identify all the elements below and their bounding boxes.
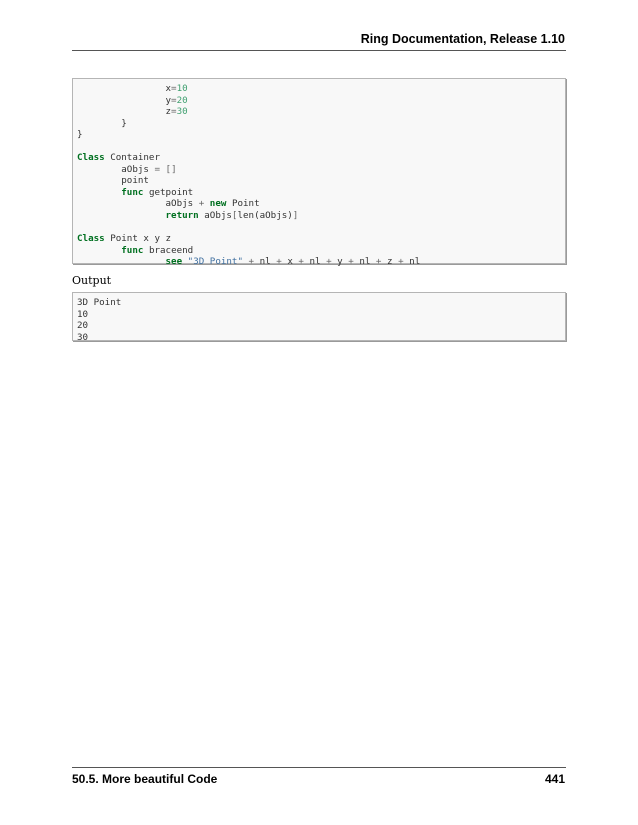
output-listing: 3D Point 10 20 30 <box>72 292 566 343</box>
code-line: x=10 <box>77 83 188 94</box>
code-line: return aObjs[len(aObjs)] <box>165 210 299 222</box>
running-header-title: Ring Documentation, Release 1.10 <box>360 32 565 46</box>
code-line: aObjs + new Point <box>77 198 260 210</box>
output-line: 10 <box>77 308 89 320</box>
output-line: 30 <box>77 331 89 343</box>
code-line: } <box>77 117 127 129</box>
output-line: 3D Point <box>77 297 122 308</box>
page-number: 441 <box>544 772 565 786</box>
code-line: aObjs = [] <box>77 163 177 175</box>
code-line: func getpoint <box>121 186 194 198</box>
output-heading: Output <box>72 274 112 287</box>
code-block: x=10 y=20 z=30 } } Class Container aObjs… <box>73 79 565 268</box>
code-line: see "3D Point" + nl + x + nl + y + nl + … <box>165 256 421 268</box>
code-line: z=30 <box>77 106 188 118</box>
output-block: 3D Point 10 20 30 <box>73 293 565 343</box>
footer-divider <box>72 767 566 768</box>
code-listing: x=10 y=20 z=30 } } Class Container aObjs… <box>72 78 566 267</box>
code-line: Class Point x y z <box>77 233 172 245</box>
output-line: 20 <box>77 320 89 332</box>
code-line: func braceend <box>121 244 194 256</box>
code-line: Class Container <box>77 152 160 164</box>
code-line: point <box>77 175 149 187</box>
header-divider <box>72 50 566 51</box>
footer-section-title: 50.5. More beautiful Code <box>72 772 218 786</box>
code-line: y=20 <box>77 94 188 106</box>
code-line: } <box>77 129 83 141</box>
